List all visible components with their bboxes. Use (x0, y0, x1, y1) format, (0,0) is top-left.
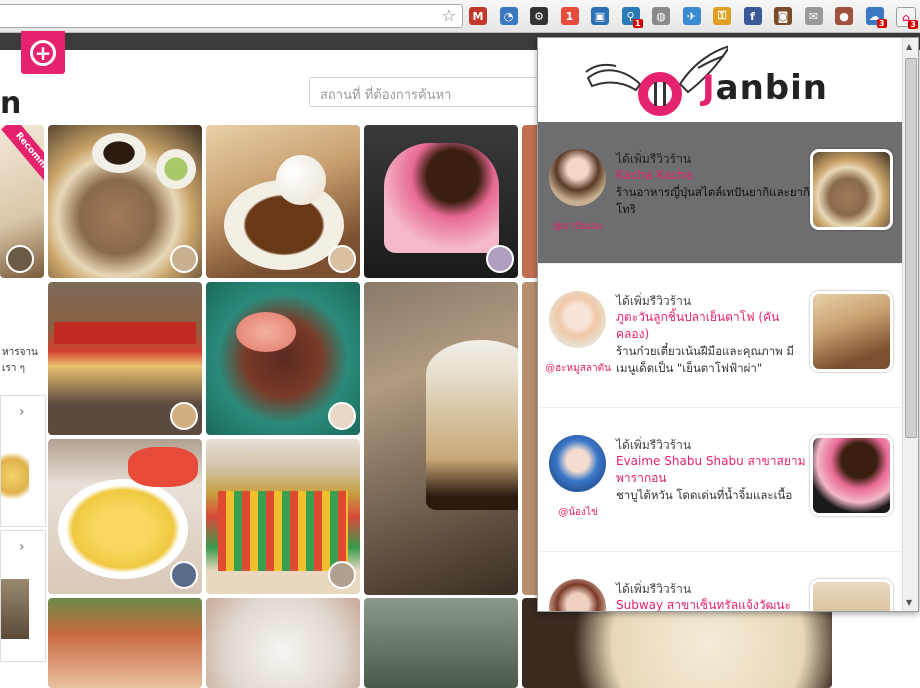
watermelon (128, 447, 198, 487)
restaurant-name-link[interactable]: ภูตะวันลูกชิ้นปลาเย็นตาโฟ (คันคลอง) (616, 309, 808, 343)
food-photo-tile[interactable] (206, 598, 360, 688)
avatar (6, 245, 34, 273)
coffee-glass (426, 340, 518, 510)
feed-item[interactable]: @น้องไข่ ได้เพิ่มรีวิวร้าน Evaime Shabu … (538, 408, 902, 552)
side-card[interactable]: › (0, 530, 46, 662)
food-photo (1, 579, 29, 639)
bingsu-dessert (384, 143, 499, 253)
dipping-sauce (92, 133, 146, 173)
food-photo-tile[interactable] (48, 282, 202, 435)
instagram-icon[interactable]: ◙ (774, 7, 792, 25)
facebook-icon[interactable]: f (743, 7, 762, 25)
add-button[interactable]: + (21, 31, 65, 74)
food-photo (1, 446, 29, 506)
popup-header: Janbin (538, 38, 902, 122)
food-photo-tile[interactable] (206, 282, 360, 435)
scrollbar-thumb[interactable] (905, 58, 917, 438)
scroll-down-icon[interactable]: ▼ (906, 598, 912, 607)
side-snippet: หารจาน (2, 347, 38, 358)
avatar (170, 402, 198, 430)
address-bar[interactable]: ☆ (0, 4, 463, 28)
feed-item[interactable]: @ฮะหมูสลาตัน ได้เพิ่มรีวิวร้าน ภูตะวันลู… (538, 264, 902, 408)
restaurant-description: ชาบูไต้หวัน โดดเด่นที่น้ำจิ้มและเนื้อ (616, 488, 793, 502)
review-thumbnail[interactable] (810, 579, 893, 611)
food-photo-tile[interactable]: Recommend (0, 125, 44, 278)
chevron-right-icon[interactable]: › (19, 404, 25, 420)
review-thumbnail[interactable] (810, 435, 893, 516)
globe-icon[interactable]: ◍ (652, 7, 670, 25)
food-photo-tile[interactable] (206, 125, 360, 278)
food-photo-tile[interactable] (48, 125, 202, 278)
coin-icon[interactable]: ● (835, 7, 853, 25)
logo-rest: anbin (715, 68, 829, 108)
fruit-plate (58, 479, 188, 579)
mail-icon[interactable]: ✉ (804, 7, 823, 25)
avatar (170, 561, 198, 589)
avatar (486, 245, 514, 273)
notification-badge: 3 (876, 19, 887, 28)
logo-initial: J (702, 68, 716, 108)
user-handle[interactable]: @มาบันเนะ (538, 219, 618, 234)
notification-badge: 1 (632, 19, 643, 28)
bookmark-star-icon[interactable]: ☆ (442, 6, 456, 25)
side-card[interactable]: › (0, 395, 46, 527)
zoom-icon[interactable]: ⚲ 1 (621, 7, 643, 28)
chevron-right-icon[interactable]: › (19, 539, 25, 555)
recommend-ribbon: Recommend (1, 125, 44, 199)
popup-scrollbar[interactable]: ▲ ▼ (902, 38, 918, 611)
shop-sign (54, 322, 196, 344)
janbin-logo-text: Janbin (702, 68, 828, 108)
gmail-icon[interactable]: M (469, 7, 487, 25)
food-photo-tile[interactable] (206, 439, 360, 594)
food-photo-tile[interactable] (364, 125, 518, 278)
avatar (328, 402, 356, 430)
restaurant-description: ร้านอาหารญี่ปุ่นสไตล์เทปันยากิและยากิโทร… (616, 185, 810, 216)
side-snippet: เรา ๆ (2, 363, 25, 374)
location-search-input[interactable]: สถานที่ ที่ต้องการค้นหา (309, 77, 549, 107)
feed-item[interactable]: ได้เพิ่มรีวิวร้าน Subway สาขาเซ็นทรัลแจ้… (538, 552, 902, 611)
cloud-icon[interactable]: ☁ 3 (865, 7, 887, 28)
user-avatar[interactable] (549, 435, 606, 492)
avatar (170, 245, 198, 273)
plus-icon: + (30, 39, 56, 66)
shrimp (236, 312, 296, 352)
mosaic-counter (218, 491, 348, 571)
key-icon[interactable]: ⚿ (713, 7, 731, 25)
scroll-up-icon[interactable]: ▲ (906, 42, 912, 51)
restaurant-name-link[interactable]: Subway สาขาเซ็นทรัลแจ้งวัฒนะ (616, 597, 808, 611)
notification-badge: 3 (908, 20, 918, 29)
user-handle[interactable]: @น้องไข่ (538, 505, 618, 520)
one-icon[interactable]: 1 (560, 7, 579, 25)
fish-ball (276, 155, 326, 205)
activity-feed: @มาบันเนะ ได้เพิ่มรีวิวร้าน Kacha Kacha … (538, 122, 902, 611)
user-handle[interactable]: @ฮะหมูสลาตัน (538, 361, 618, 376)
user-avatar[interactable] (549, 149, 606, 206)
avatar (328, 561, 356, 589)
restaurant-name-link[interactable]: Evaime Shabu Shabu สาขาสยามพารากอน (616, 453, 808, 487)
browser-toolbar: ☆ M ◔ ⚙ 1 ▣ ⚲ 1 ◍ ✈ ⚿ f ◙ ✉ ● ☁ 3 ⌂ 3 (0, 0, 920, 33)
gear-icon[interactable]: ⚙ (530, 7, 548, 25)
avatar (328, 245, 356, 273)
review-thumbnail[interactable] (810, 291, 893, 372)
review-thumbnail[interactable] (810, 149, 893, 230)
janbin-extension-icon[interactable]: ⌂ 3 (896, 7, 918, 29)
janbin-popup: Janbin @มาบันเนะ ได้เพิ่มรีวิวร้าน Kacha… (537, 37, 919, 612)
food-photo-tile[interactable] (48, 439, 202, 594)
green-onion (156, 149, 196, 189)
site-logo-fragment: n (0, 86, 22, 121)
pin-icon[interactable]: ✈ (682, 7, 701, 25)
food-photo-tile[interactable] (364, 282, 518, 595)
food-photo-tile[interactable] (364, 598, 518, 688)
feed-item[interactable]: @มาบันเนะ ได้เพิ่มรีวิวร้าน Kacha Kacha … (538, 122, 902, 264)
feed-icon[interactable]: ◔ (499, 7, 518, 25)
screen-icon[interactable]: ▣ (591, 7, 609, 25)
user-avatar[interactable] (549, 579, 606, 611)
user-avatar[interactable] (549, 291, 606, 348)
restaurant-name-link[interactable]: Kacha Kacha (616, 167, 808, 184)
restaurant-description: ร้านก๋วยเตี๋ยวเน้นฝีมือและคุณภาพ มีเมนูเ… (616, 344, 794, 375)
food-photo-tile[interactable] (48, 598, 202, 688)
